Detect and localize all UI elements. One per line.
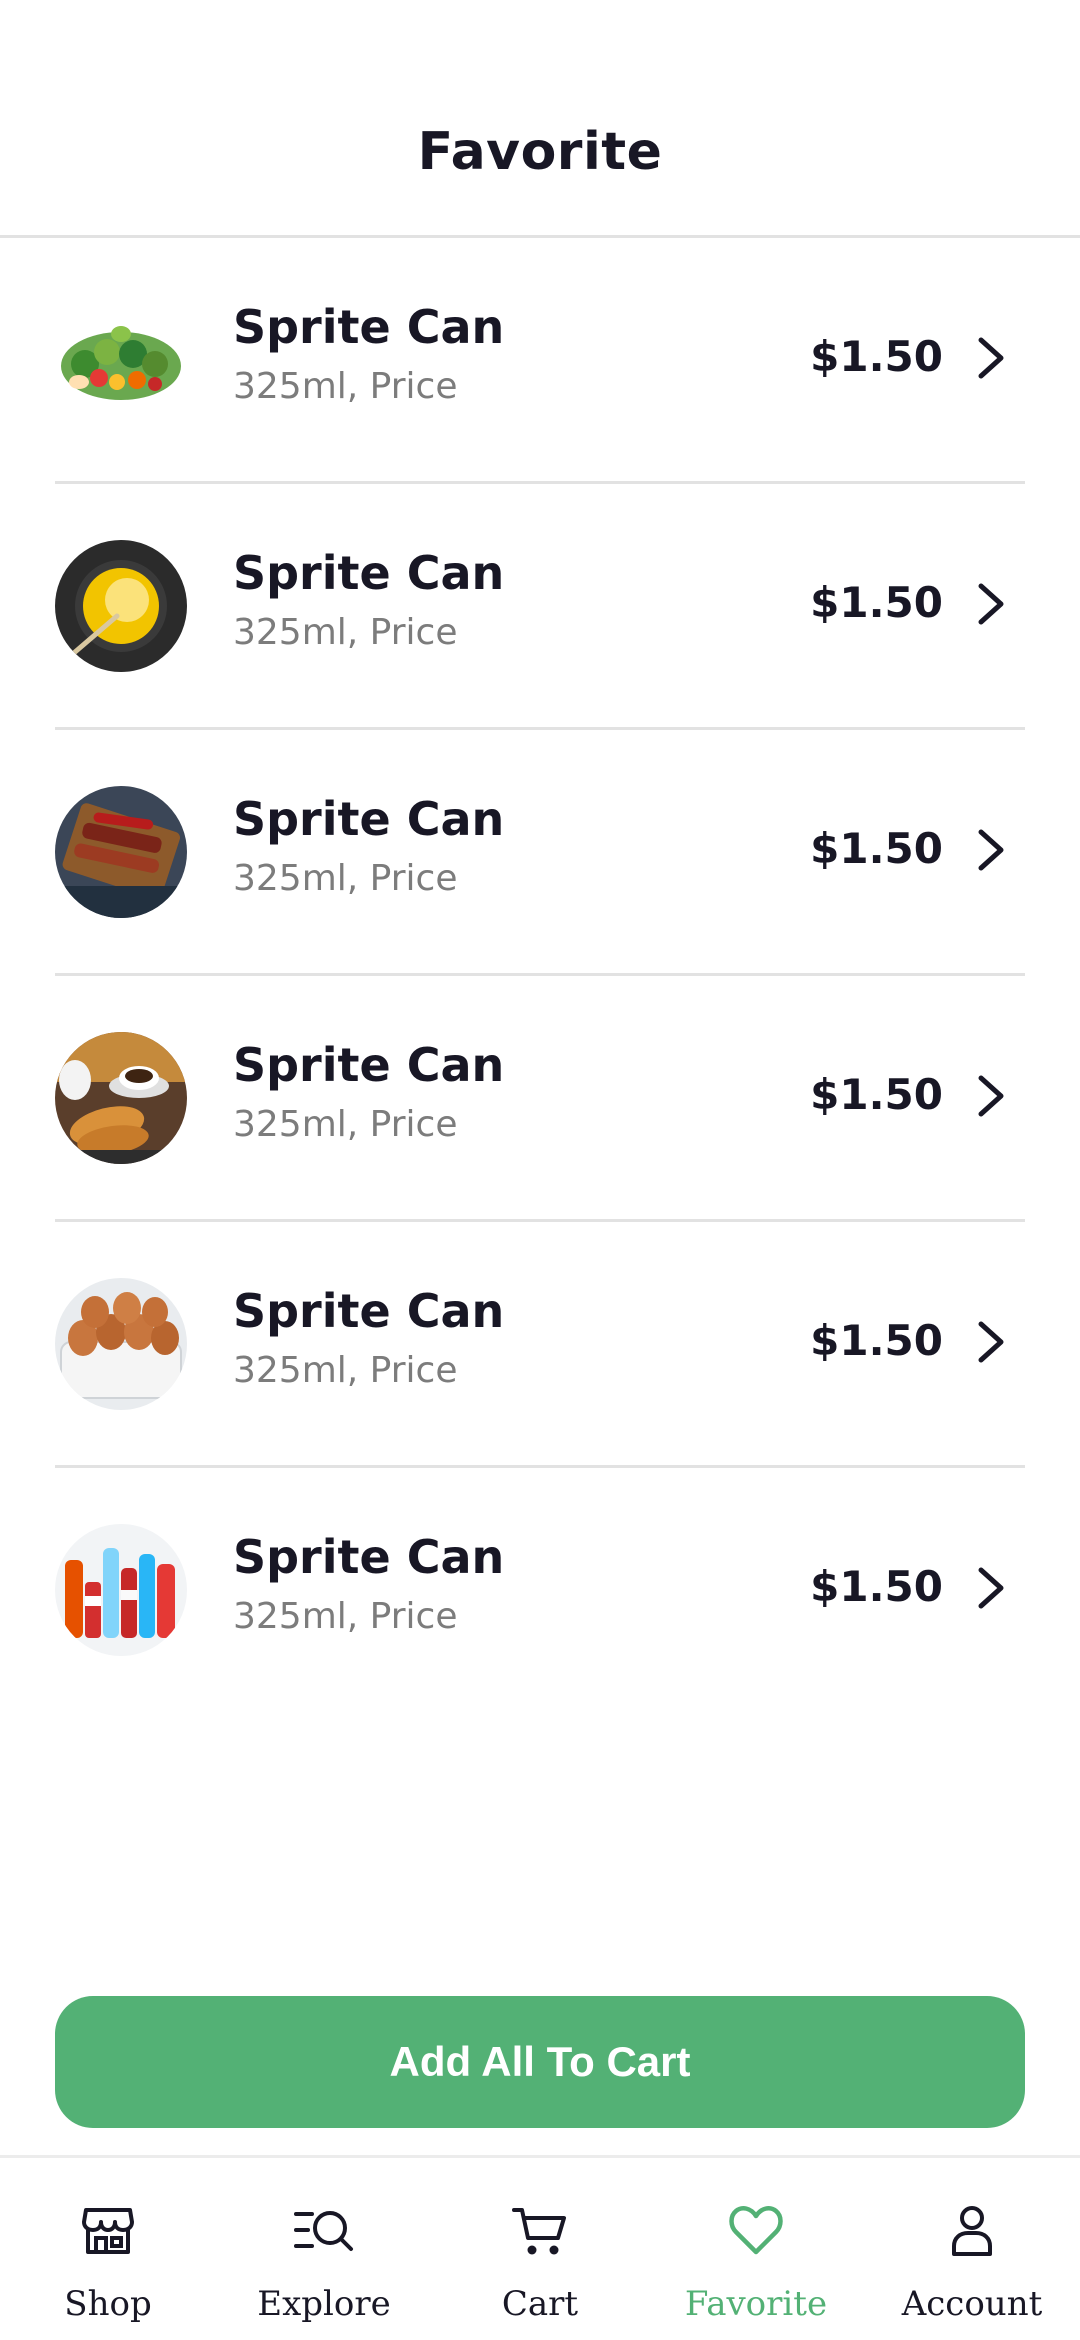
beverages-image bbox=[55, 1524, 187, 1656]
favorite-screen: Favorite Sprite Can 325ml, Price $1.50 S… bbox=[0, 0, 1080, 2340]
store-icon bbox=[78, 2200, 138, 2260]
header: Favorite bbox=[0, 0, 1080, 238]
chevron-right-icon[interactable] bbox=[971, 1564, 1011, 1612]
product-name: Sprite Can bbox=[233, 792, 505, 846]
nav-item-account[interactable]: Account bbox=[864, 2158, 1080, 2340]
heart-icon bbox=[726, 2200, 786, 2260]
nav-item-favorite[interactable]: Favorite bbox=[648, 2158, 864, 2340]
page-title: Favorite bbox=[417, 122, 663, 182]
product-name: Sprite Can bbox=[233, 1284, 505, 1338]
chevron-right-icon[interactable] bbox=[971, 334, 1011, 382]
favorite-item[interactable]: Sprite Can 325ml, Price $1.50 bbox=[55, 1468, 1025, 1714]
product-detail: 325ml, Price bbox=[233, 1104, 458, 1145]
favorite-item[interactable]: Sprite Can 325ml, Price $1.50 bbox=[55, 238, 1025, 484]
nav-label: Explore bbox=[257, 2284, 391, 2324]
favorite-item[interactable]: Sprite Can 325ml, Price $1.50 bbox=[55, 730, 1025, 976]
explore-search-icon bbox=[294, 2200, 354, 2260]
nav-item-shop[interactable]: Shop bbox=[0, 2158, 216, 2340]
nav-item-cart[interactable]: Cart bbox=[432, 2158, 648, 2340]
chevron-right-icon[interactable] bbox=[971, 580, 1011, 628]
favorite-item[interactable]: Sprite Can 325ml, Price $1.50 bbox=[55, 1222, 1025, 1468]
eggs-image bbox=[55, 1278, 187, 1410]
croissant-coffee-image bbox=[55, 1032, 187, 1164]
product-detail: 325ml, Price bbox=[233, 1350, 458, 1391]
nav-label: Account bbox=[901, 2284, 1043, 2324]
product-detail: 325ml, Price bbox=[233, 612, 458, 653]
product-price: $1.50 bbox=[810, 824, 943, 873]
product-name: Sprite Can bbox=[233, 1038, 505, 1092]
chevron-right-icon[interactable] bbox=[971, 1318, 1011, 1366]
vegetables-image bbox=[55, 294, 187, 426]
user-icon bbox=[942, 2200, 1002, 2260]
nav-label: Shop bbox=[64, 2284, 152, 2324]
product-price: $1.50 bbox=[810, 1316, 943, 1365]
product-detail: 325ml, Price bbox=[233, 858, 458, 899]
chevron-right-icon[interactable] bbox=[971, 1072, 1011, 1120]
nav-label: Favorite bbox=[684, 2284, 828, 2324]
product-detail: 325ml, Price bbox=[233, 366, 458, 407]
product-price: $1.50 bbox=[810, 1562, 943, 1611]
favorite-item[interactable]: Sprite Can 325ml, Price $1.50 bbox=[55, 484, 1025, 730]
product-detail: 325ml, Price bbox=[233, 1596, 458, 1637]
favorite-item[interactable]: Sprite Can 325ml, Price $1.50 bbox=[55, 976, 1025, 1222]
product-price: $1.50 bbox=[810, 578, 943, 627]
add-all-to-cart-button[interactable]: Add All To Cart bbox=[55, 1996, 1025, 2128]
product-name: Sprite Can bbox=[233, 546, 505, 600]
nav-item-explore[interactable]: Explore bbox=[216, 2158, 432, 2340]
nav-label: Cart bbox=[501, 2284, 579, 2324]
bottom-nav: Shop Explore Cart Favorite Account bbox=[0, 2155, 1080, 2340]
chevron-right-icon[interactable] bbox=[971, 826, 1011, 874]
product-name: Sprite Can bbox=[233, 300, 505, 354]
meat-grill-image bbox=[55, 786, 187, 918]
product-name: Sprite Can bbox=[233, 1530, 505, 1584]
oil-bowl-image bbox=[55, 540, 187, 672]
favorite-list: Sprite Can 325ml, Price $1.50 Sprite Can… bbox=[55, 238, 1025, 1714]
product-price: $1.50 bbox=[810, 1070, 943, 1119]
cart-icon bbox=[510, 2200, 570, 2260]
product-price: $1.50 bbox=[810, 332, 943, 381]
